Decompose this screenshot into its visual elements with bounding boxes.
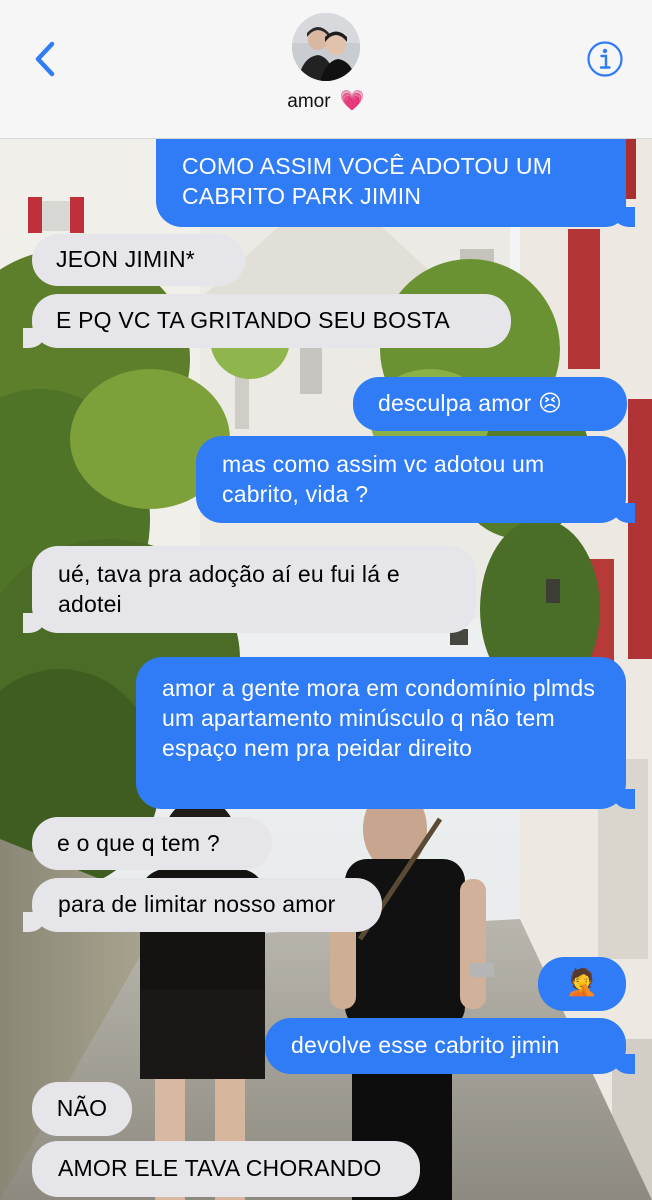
message-text: E PQ VC TA GRITANDO SEU BOSTA bbox=[56, 307, 450, 333]
message-bubble-received[interactable]: ué, tava pra adoção aí eu fui lá e adote… bbox=[23, 546, 476, 633]
message-text: para de limitar nosso amor bbox=[58, 891, 336, 917]
message-text: mas como assim vc adotou um cabrito, vid… bbox=[222, 451, 545, 507]
message-text: COMO ASSIM VOCÊ ADOTOU UM CABRITO PARK J… bbox=[182, 153, 553, 209]
facepalm-emoji: 🤦 bbox=[565, 967, 599, 997]
message-text: desculpa amor 😣 bbox=[378, 390, 563, 416]
contact-name[interactable]: amor 💗 bbox=[0, 88, 652, 113]
info-button[interactable] bbox=[586, 40, 624, 78]
back-button[interactable] bbox=[28, 38, 68, 82]
message-bubble-sent[interactable]: devolve esse cabrito jimin bbox=[265, 1018, 635, 1074]
message-bubble-sent[interactable]: COMO ASSIM VOCÊ ADOTOU UM CABRITO PARK J… bbox=[156, 139, 635, 227]
message-bubble-received[interactable]: JEON JIMIN* bbox=[32, 234, 245, 286]
info-icon bbox=[587, 41, 623, 77]
avatar[interactable] bbox=[292, 13, 360, 81]
message-text: AMOR ELE TAVA CHORANDO bbox=[58, 1155, 382, 1181]
message-text: ué, tava pra adoção aí eu fui lá e adote… bbox=[58, 561, 400, 617]
message-bubble-sent[interactable]: 🤦 bbox=[538, 957, 626, 1011]
message-text: JEON JIMIN* bbox=[56, 246, 195, 272]
chevron-left-icon bbox=[35, 41, 55, 77]
message-bubble-received[interactable]: para de limitar nosso amor bbox=[23, 878, 382, 932]
message-text: devolve esse cabrito jimin bbox=[291, 1032, 560, 1058]
message-bubble-received[interactable]: e o que q tem ? bbox=[32, 817, 272, 870]
message-bubble-received[interactable]: E PQ VC TA GRITANDO SEU BOSTA bbox=[23, 294, 511, 348]
contact-name-label: amor bbox=[287, 91, 331, 112]
message-text: amor a gente mora em condomínio plmds um… bbox=[162, 675, 596, 761]
message-bubble-sent[interactable]: amor a gente mora em condomínio plmds um… bbox=[136, 657, 635, 809]
message-bubble-received[interactable]: NÃO bbox=[32, 1082, 132, 1136]
conversation-header: amor 💗 bbox=[0, 0, 652, 139]
message-text: NÃO bbox=[56, 1095, 108, 1121]
message-bubble-received[interactable]: AMOR ELE TAVA CHORANDO bbox=[32, 1141, 420, 1197]
message-text: e o que q tem ? bbox=[57, 830, 220, 856]
message-bubble-sent[interactable]: desculpa amor 😣 bbox=[353, 377, 627, 431]
heart-icon: 💗 bbox=[339, 90, 365, 112]
message-bubble-sent[interactable]: mas como assim vc adotou um cabrito, vid… bbox=[196, 436, 635, 523]
